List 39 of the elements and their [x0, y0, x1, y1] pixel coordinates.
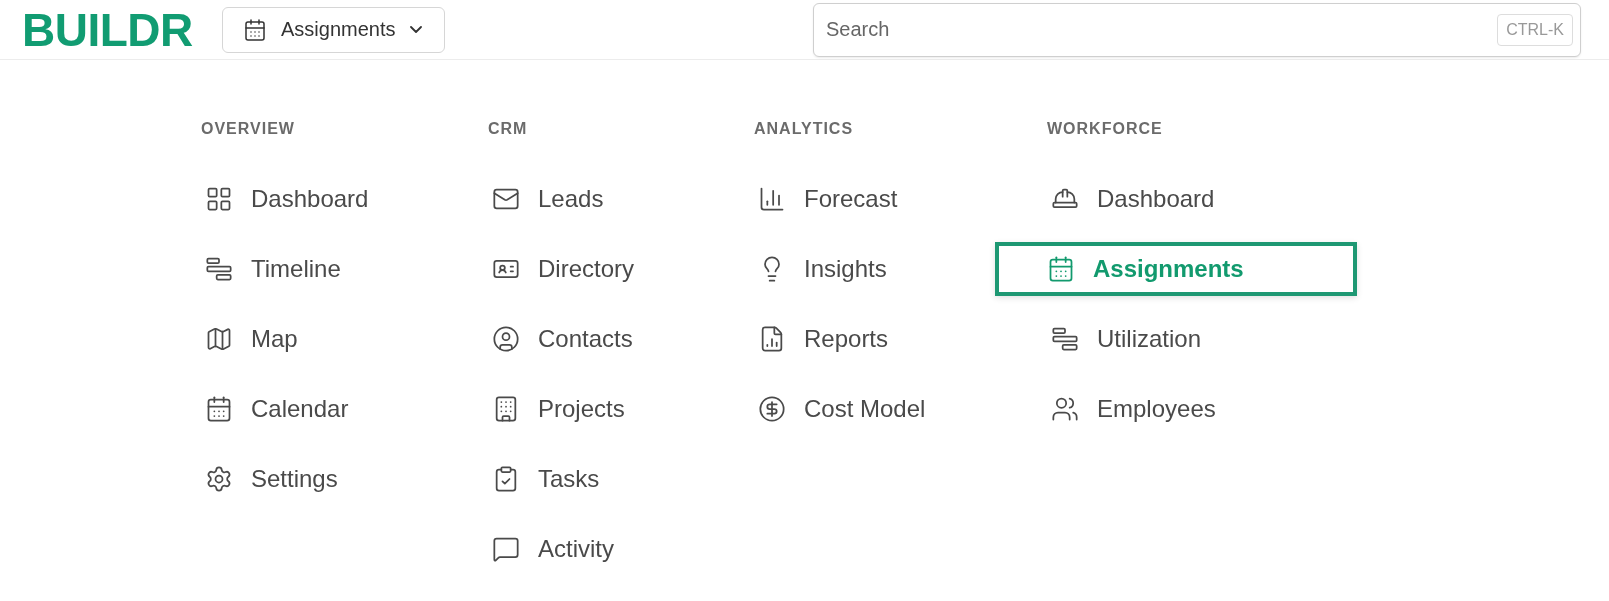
menu-item[interactable]: Dashboard: [1047, 172, 1427, 226]
menu-item[interactable]: Reports: [754, 312, 1047, 366]
menu-item[interactable]: Calendar: [201, 382, 488, 436]
section-heading: WORKFORCE: [1047, 120, 1164, 138]
calendar-icon: [205, 395, 233, 423]
menu-item[interactable]: Forecast: [754, 172, 1047, 226]
logo: BUILDR: [22, 2, 194, 57]
menu-item[interactable]: Leads: [488, 172, 754, 226]
menu-item[interactable]: Settings: [201, 452, 488, 506]
bar-chart-icon: [758, 185, 786, 213]
menu-item[interactable]: Map: [201, 312, 488, 366]
menu-item[interactable]: Activity: [488, 522, 754, 576]
calendar-icon: [1047, 255, 1075, 283]
caret-icon: [409, 26, 422, 33]
menu-item[interactable]: Tasks: [488, 452, 754, 506]
menu-item[interactable]: Contacts: [488, 312, 754, 366]
user-circle-icon: [492, 325, 520, 353]
section-heading: OVERVIEW: [201, 120, 296, 138]
menu-item[interactable]: Directory: [488, 242, 754, 296]
dollar-icon: [758, 395, 786, 423]
menu-item[interactable]: Cost Model: [754, 382, 1047, 436]
map-icon: [205, 325, 233, 353]
grid-icon: [205, 185, 233, 213]
users-icon: [1051, 395, 1079, 423]
shortcut-hint: CTRL-K: [1497, 13, 1573, 46]
section-heading: ANALYTICS: [754, 120, 855, 138]
speech-bubble-icon: [492, 535, 520, 563]
menu-item[interactable]: Dashboard: [201, 172, 488, 226]
page-switcher[interactable]: Assignments: [222, 6, 445, 53]
bars-icon: [205, 255, 233, 283]
section-heading: CRM: [488, 120, 529, 138]
settings-icon: [205, 465, 233, 493]
menu-item[interactable]: Employees: [1047, 382, 1427, 436]
menu-item[interactable]: Assignments: [995, 242, 1357, 296]
menu-item[interactable]: Projects: [488, 382, 754, 436]
menu-item[interactable]: Utilization: [1047, 312, 1427, 366]
calendar-icon: [243, 17, 267, 42]
menu-item[interactable]: Timeline: [201, 242, 488, 296]
bars-icon: [1051, 325, 1079, 353]
